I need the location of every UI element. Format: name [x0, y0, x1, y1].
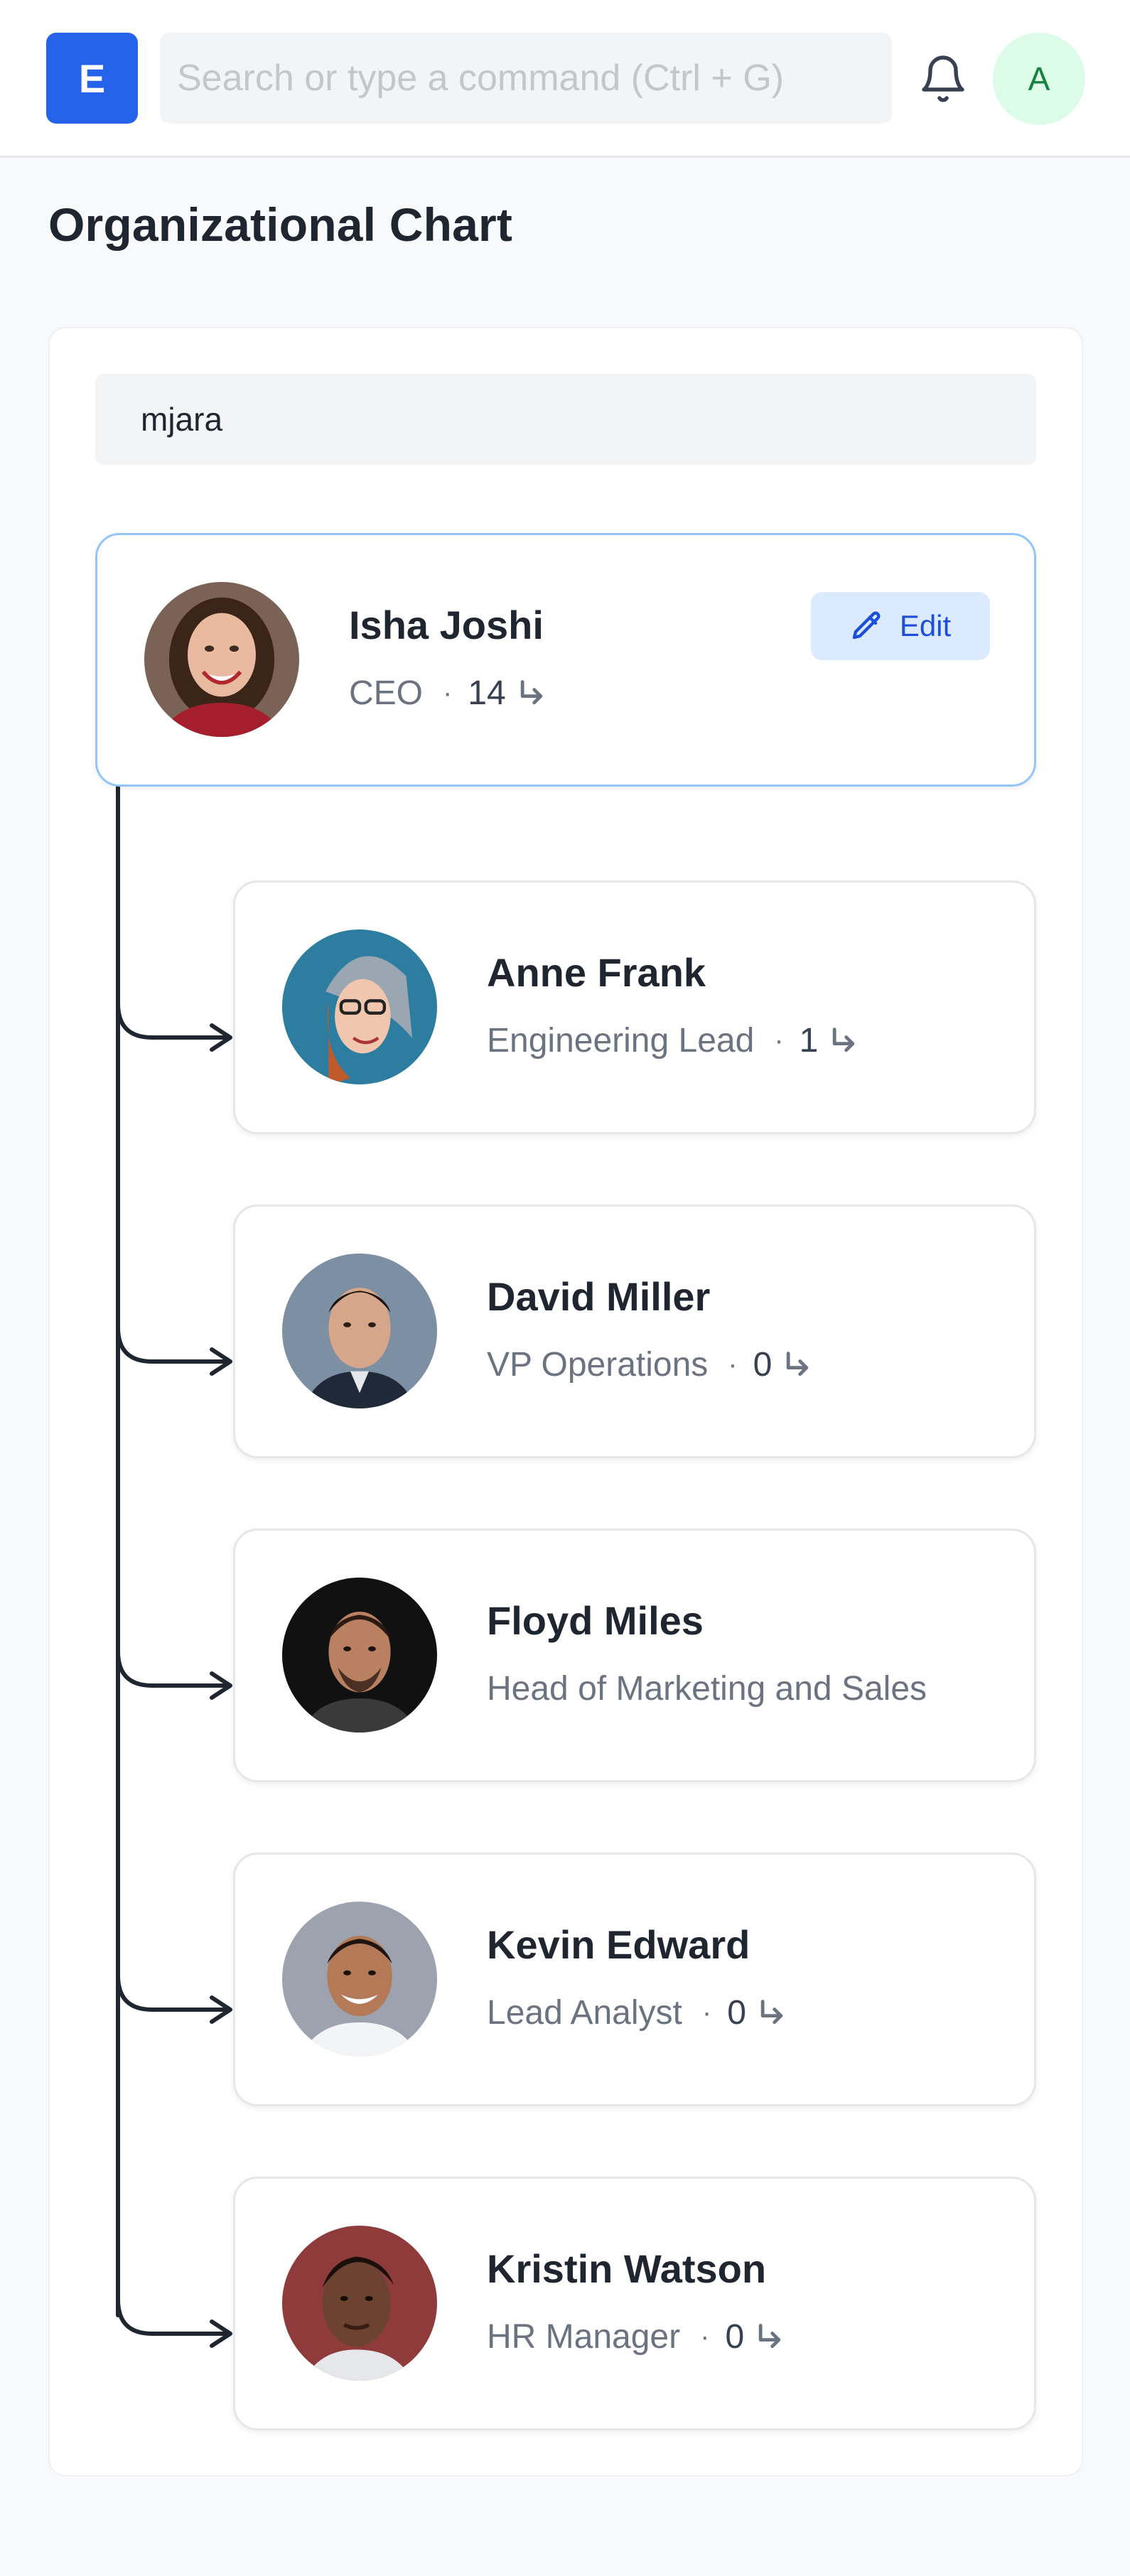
bell-icon[interactable] — [913, 47, 973, 111]
reports-arrow-icon — [828, 1025, 859, 1057]
employee-title: Engineering Lead — [487, 1022, 755, 1060]
meta-separator: · — [774, 1025, 784, 1056]
employee-title: Lead Analyst — [487, 1994, 682, 2032]
employee-meta: CEO · 14 — [349, 674, 547, 713]
employee-card[interactable]: Kevin Edward Lead Analyst · 0 — [233, 1853, 1036, 2106]
direct-reports-count: 0 — [753, 1346, 773, 1384]
reports-arrow-icon — [516, 678, 547, 709]
employee-card-root[interactable]: Isha Joshi CEO · 14 Edit — [95, 533, 1036, 787]
pencil-icon — [850, 609, 884, 643]
employee-meta: Engineering Lead · 1 — [487, 1021, 859, 1060]
top-navbar: E A — [0, 0, 1130, 158]
employee-meta: HR Manager · 0 — [487, 2317, 785, 2356]
meta-separator: · — [443, 677, 453, 708]
edit-button[interactable]: Edit — [811, 592, 990, 660]
employee-title: HR Manager — [487, 2318, 681, 2356]
employee-photo — [144, 582, 299, 737]
app-logo[interactable]: E — [46, 33, 138, 124]
employee-meta: Head of Marketing and Sales — [487, 1669, 927, 1708]
reports-arrow-icon — [756, 1998, 787, 2029]
app-logo-letter: E — [78, 55, 106, 101]
reports-arrow-icon — [782, 1349, 813, 1381]
user-avatar[interactable]: A — [993, 33, 1085, 125]
employee-name: Kristin Watson — [487, 2246, 767, 2291]
direct-reports-count: 0 — [727, 1994, 746, 2032]
employee-card[interactable]: Anne Frank Engineering Lead · 1 — [233, 880, 1036, 1134]
direct-reports-count: 14 — [468, 674, 506, 712]
employee-name: Kevin Edward — [487, 1922, 750, 1967]
employee-title: Head of Marketing and Sales — [487, 1670, 927, 1708]
employee-name: Floyd Miles — [487, 1598, 704, 1643]
page-title: Organizational Chart — [48, 198, 513, 251]
employee-name: Anne Frank — [487, 950, 706, 995]
employee-photo — [282, 2226, 437, 2381]
company-selector[interactable]: mjara — [95, 374, 1036, 465]
company-selector-value: mjara — [141, 401, 223, 438]
employee-title: VP Operations — [487, 1346, 709, 1384]
direct-reports-count: 0 — [725, 2318, 745, 2356]
employee-photo — [282, 1902, 437, 2057]
employee-photo — [282, 1254, 437, 1408]
employee-name: David Miller — [487, 1274, 711, 1319]
edit-button-label: Edit — [899, 609, 952, 642]
employee-name: Isha Joshi — [349, 603, 544, 647]
meta-separator: · — [701, 1997, 712, 2028]
employee-card[interactable]: David Miller VP Operations · 0 — [233, 1205, 1036, 1458]
user-initial: A — [1028, 60, 1050, 97]
employee-photo — [282, 929, 437, 1084]
employee-meta: Lead Analyst · 0 — [487, 1993, 787, 2032]
meta-separator: · — [728, 1349, 738, 1380]
employee-card[interactable]: Floyd Miles Head of Marketing and Sales — [233, 1529, 1036, 1782]
employee-meta: VP Operations · 0 — [487, 1345, 813, 1384]
employee-card[interactable]: Kristin Watson HR Manager · 0 — [233, 2177, 1036, 2430]
employee-title: CEO — [349, 674, 424, 712]
reports-arrow-icon — [754, 2322, 785, 2353]
direct-reports-count: 1 — [799, 1022, 819, 1060]
employee-photo — [282, 1578, 437, 1732]
search-input[interactable] — [160, 33, 892, 124]
meta-separator: · — [700, 2321, 710, 2352]
